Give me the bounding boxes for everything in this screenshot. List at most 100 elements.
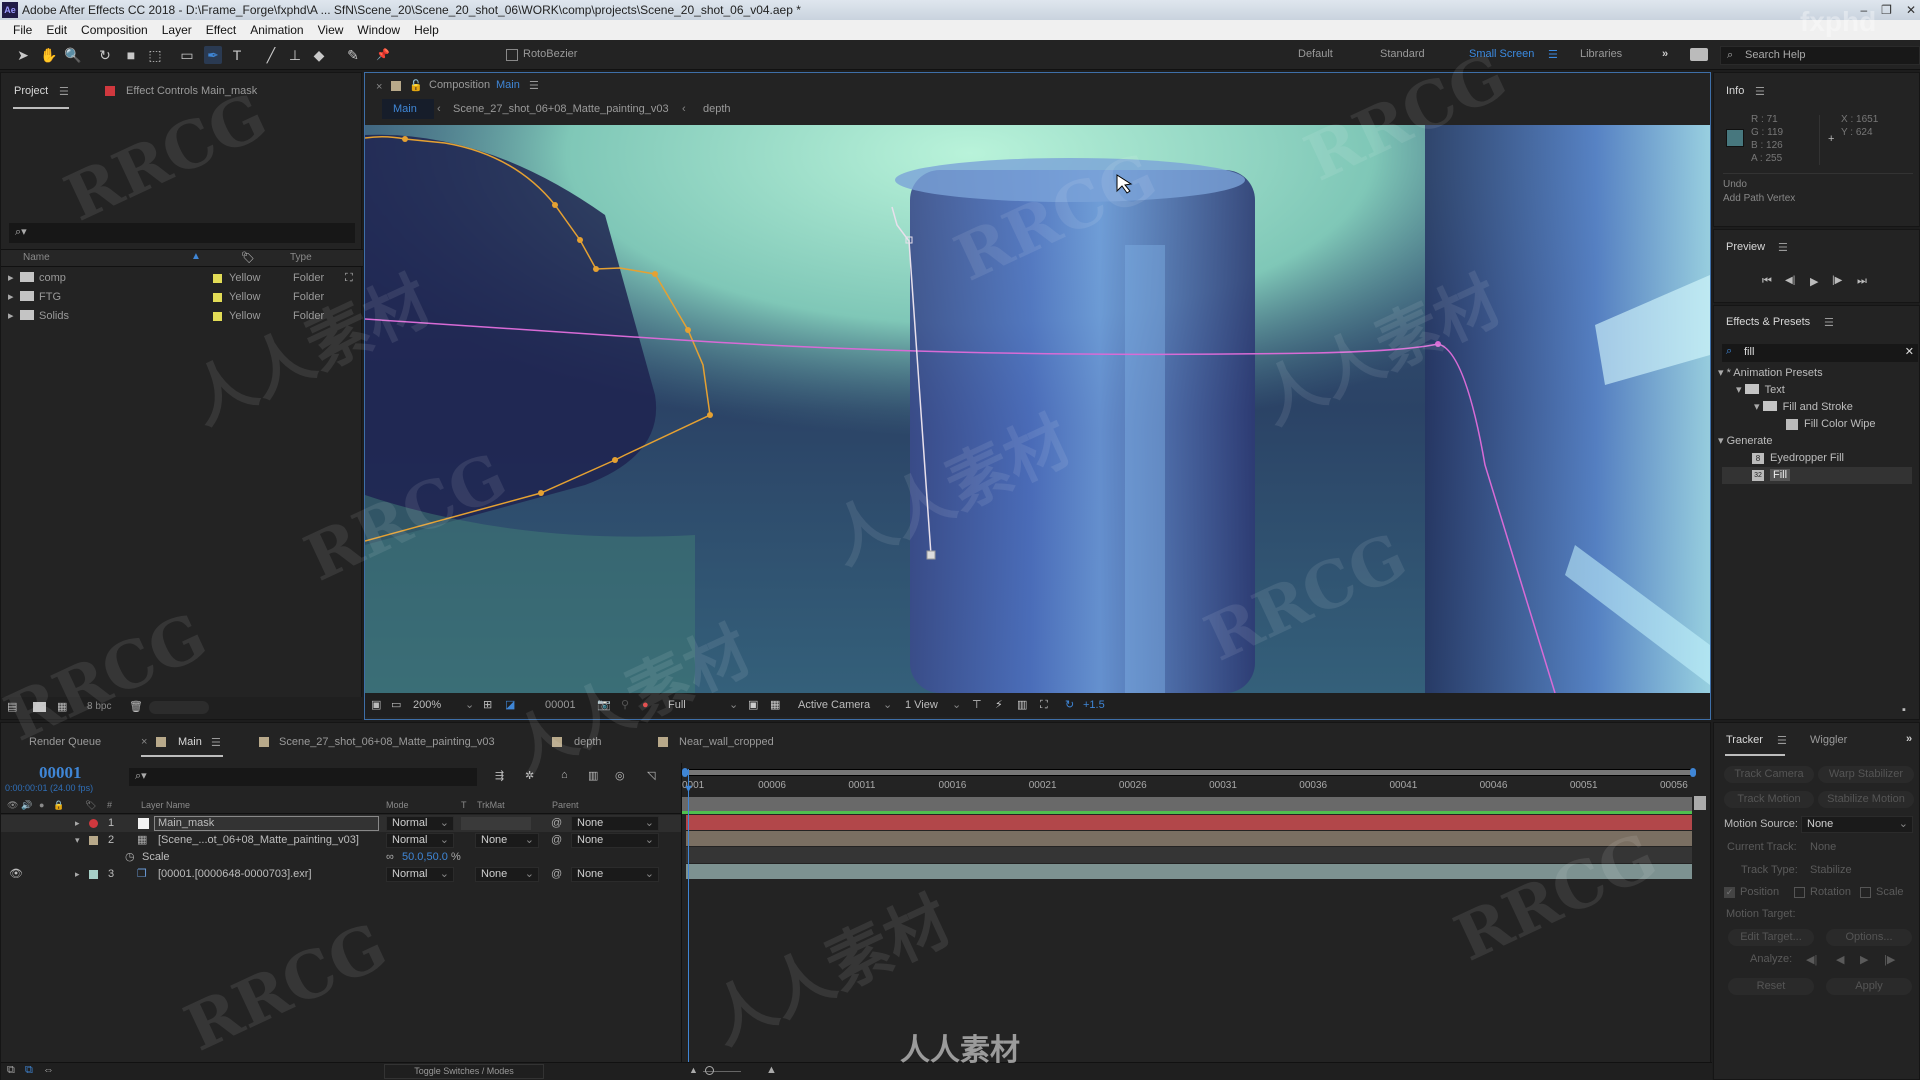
current-time-display[interactable]: 00001 <box>39 763 82 783</box>
type-tool-icon[interactable]: T <box>228 46 246 64</box>
timeline-menu-icon[interactable]: ☰ <box>211 736 221 749</box>
play-button[interactable]: ▶ <box>1810 275 1818 288</box>
breadcrumb-depth[interactable]: depth <box>703 103 731 115</box>
tab-near-wall[interactable]: Near_wall_cropped <box>679 736 774 748</box>
thumbnail-slider[interactable] <box>149 701 209 714</box>
info-menu-icon[interactable]: ☰ <box>1755 85 1765 98</box>
column-mode[interactable]: Mode <box>386 797 409 814</box>
clone-stamp-tool-icon[interactable]: ⊥ <box>286 46 304 64</box>
reset-exposure-icon[interactable]: ↻ <box>1065 693 1074 717</box>
tracker-menu-icon[interactable]: ☰ <box>1777 734 1787 747</box>
menu-layer[interactable]: Layer <box>155 20 199 40</box>
label-tag-icon[interactable]: 🏷 <box>241 251 255 264</box>
pickwhip-icon[interactable]: @ <box>551 815 562 832</box>
roto-brush-tool-icon[interactable]: ✎ <box>344 46 362 64</box>
comp-tab-prefix[interactable]: Composition <box>429 79 490 91</box>
composition-mini-flowchart-icon[interactable]: ⇶ <box>495 769 504 782</box>
comp-tab-name[interactable]: Main <box>496 79 520 91</box>
selection-tool-icon[interactable]: ➤ <box>14 46 32 64</box>
label-swatch[interactable] <box>213 312 222 321</box>
expand-arrow-icon[interactable]: ▸ <box>75 866 80 883</box>
layer-name[interactable]: [00001.[0000648-0000703].exr] <box>158 866 312 883</box>
last-frame-button[interactable]: ⏭ <box>1857 275 1867 288</box>
close-tab-icon[interactable]: × <box>141 736 147 748</box>
zoom-slider-handle[interactable] <box>705 1066 714 1075</box>
video-visible-icon[interactable]: 👁 <box>9 866 23 883</box>
lock-icon[interactable]: 🔒 <box>53 797 64 814</box>
new-bin-icon[interactable]: ▪ <box>1902 704 1906 716</box>
close-button[interactable]: ✕ <box>1906 0 1916 20</box>
layer-row[interactable]: 👁 ▸ 3 ❐ [00001.[0000648-0000703].exr] No… <box>1 866 681 883</box>
lock-icon[interactable]: 🔓 <box>409 79 423 92</box>
graph-editor-icon[interactable]: ◹ <box>647 769 655 782</box>
region-of-interest-icon[interactable]: ▣ <box>748 693 758 717</box>
layer-bar[interactable] <box>686 831 1692 846</box>
rectangle-tool-icon[interactable]: ▭ <box>178 46 196 64</box>
workspace-standard[interactable]: Standard <box>1380 48 1425 60</box>
project-item[interactable]: ▸ comp Yellow Folder ⛶ <box>1 269 361 288</box>
new-folder-icon[interactable] <box>33 702 46 712</box>
maximize-button[interactable]: ❐ <box>1881 0 1892 20</box>
layer-switches-icon[interactable]: ⧉ <box>7 1064 15 1077</box>
reset-button[interactable]: Reset <box>1728 978 1814 995</box>
flowchart-icon[interactable]: ⛶ <box>1040 693 1048 717</box>
clear-search-icon[interactable]: ✕ <box>1905 345 1914 358</box>
show-snapshot-icon[interactable]: ⚲ <box>621 693 629 717</box>
layer-row[interactable]: ▸ 1 Main_mask Normal ⌄ @ None ⌄ <box>1 815 681 832</box>
expand-arrow-icon[interactable]: ▸ <box>8 307 14 326</box>
property-row[interactable]: ◷ Scale ∞ 50.0,50.0 % <box>1 849 681 866</box>
menu-view[interactable]: View <box>311 20 351 40</box>
apply-button[interactable]: Apply <box>1826 978 1912 995</box>
layer-bar[interactable] <box>686 864 1692 879</box>
layer-label-swatch[interactable] <box>89 819 98 828</box>
eraser-tool-icon[interactable]: ◆ <box>310 46 328 64</box>
tab-effect-controls[interactable]: Effect Controls Main_mask <box>126 85 257 97</box>
pickwhip-icon[interactable]: @ <box>551 832 562 849</box>
options-button[interactable]: Options... <box>1826 929 1912 946</box>
tree-item[interactable]: ▾ Text <box>1736 382 1916 399</box>
draft-3d-icon[interactable]: ✲ <box>525 769 534 782</box>
chevron-down-icon[interactable]: ⌄ <box>729 693 738 717</box>
analyze-forward-frame-button[interactable]: ▶ <box>1860 953 1868 966</box>
trkmat-select[interactable]: None ⌄ <box>475 867 539 882</box>
camera-tool-icon[interactable]: ■ <box>122 46 140 64</box>
timeline-icon[interactable]: ▥ <box>1017 693 1027 717</box>
edit-target-button[interactable]: Edit Target... <box>1728 929 1814 946</box>
project-item[interactable]: ▸ Solids Yellow Folder <box>1 307 361 326</box>
shy-layers-icon[interactable]: ⌂ <box>561 769 568 781</box>
column-name[interactable]: Name <box>23 252 50 263</box>
project-item[interactable]: ▸ FTG Yellow Folder <box>1 288 361 307</box>
expand-arrow-icon[interactable]: ▸ <box>8 269 14 288</box>
expand-arrow-icon[interactable]: ▸ <box>8 288 14 307</box>
rotate-tool-icon[interactable]: ↻ <box>96 46 114 64</box>
chevron-down-icon[interactable]: ⌄ <box>952 693 961 717</box>
resolution-select[interactable]: Full <box>668 693 686 717</box>
layer-label-swatch[interactable] <box>89 836 98 845</box>
pen-tool-icon[interactable]: ✒ <box>204 46 222 64</box>
playhead-marker-icon[interactable]: ▼ <box>683 783 694 795</box>
tree-item[interactable]: Fill Color Wipe <box>1786 416 1920 433</box>
preview-title[interactable]: Preview <box>1726 241 1765 253</box>
chevron-down-icon[interactable]: ⌄ <box>465 693 474 717</box>
flowchart-icon[interactable]: ⛶ <box>345 269 353 288</box>
analyze-back-frame-button[interactable]: ◀ <box>1836 953 1844 966</box>
comp-marker-bin-icon[interactable] <box>1694 796 1706 810</box>
bit-depth-button[interactable]: 8 bpc <box>87 701 111 712</box>
collapse-arrow-icon[interactable]: ▾ <box>75 832 80 849</box>
close-tab-icon[interactable]: × <box>376 81 382 93</box>
safe-zones-icon[interactable]: ⊞ <box>483 693 492 717</box>
search-help-input[interactable]: ⌕ Search Help <box>1720 46 1920 65</box>
tab-project[interactable]: Project <box>14 85 48 97</box>
trash-icon[interactable]: 🗑 <box>129 700 143 713</box>
analyze-forward-button[interactable]: |▶ <box>1884 953 1895 966</box>
screen-mode-icon[interactable] <box>1690 48 1708 61</box>
mode-select[interactable]: Normal ⌄ <box>386 816 454 831</box>
transfer-controls-icon[interactable]: ⧉ <box>25 1064 33 1077</box>
position-checkbox[interactable]: ✓ <box>1724 887 1735 898</box>
trkmat-select[interactable]: None ⌄ <box>475 833 539 848</box>
stabilize-motion-button[interactable]: Stabilize Motion <box>1818 791 1914 808</box>
tree-item[interactable]: ▾ Generate <box>1718 433 1898 450</box>
video-toggle-icon[interactable]: 👁 <box>7 797 18 814</box>
workspace-small-screen[interactable]: Small Screen <box>1469 48 1534 60</box>
zoom-in-icon[interactable]: ▲ <box>766 1064 777 1076</box>
